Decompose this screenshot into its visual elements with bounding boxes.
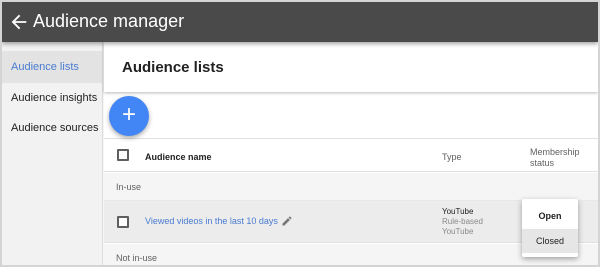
sidebar: Audience lists Audience insights Audienc… — [2, 42, 103, 265]
audience-name-link[interactable]: Viewed videos in the last 10 days — [145, 216, 278, 226]
arrow-left-icon[interactable] — [8, 11, 30, 33]
type-detail: Rule-based — [442, 217, 483, 226]
membership-status-menu: Open Closed — [522, 199, 578, 257]
app-title: Audience manager — [33, 11, 185, 31]
type-cell: YouTube Rule-based YouTube — [442, 207, 483, 237]
table-header: Audience name Type Membership status — [104, 138, 598, 172]
sidebar-item-audience-sources[interactable]: Audience sources — [2, 112, 102, 144]
type-detail: YouTube — [442, 227, 474, 236]
menu-item-closed[interactable]: Closed — [522, 229, 578, 253]
row-checkbox[interactable] — [117, 216, 129, 228]
group-header-in-use: In-use — [104, 173, 598, 201]
sidebar-item-audience-insights[interactable]: Audience insights — [2, 82, 102, 114]
main-panel: Audience lists + Audience name Type Memb… — [104, 42, 598, 265]
column-header-membership-status: Membership status — [530, 147, 580, 168]
window-frame: Audience manager Audience lists Audience… — [0, 0, 600, 267]
page-title: Audience lists — [122, 59, 224, 76]
menu-item-open[interactable]: Open — [522, 204, 578, 228]
select-all-checkbox[interactable] — [117, 149, 129, 161]
page-header: Audience lists — [104, 42, 598, 92]
pencil-icon[interactable] — [281, 215, 293, 227]
add-audience-button[interactable]: + — [109, 96, 149, 136]
type-value: YouTube — [442, 207, 474, 216]
sidebar-item-audience-lists[interactable]: Audience lists — [2, 51, 102, 83]
app-bar: Audience manager — [2, 2, 598, 42]
column-header-audience-name: Audience name — [145, 152, 212, 162]
column-header-type: Type — [442, 152, 462, 162]
